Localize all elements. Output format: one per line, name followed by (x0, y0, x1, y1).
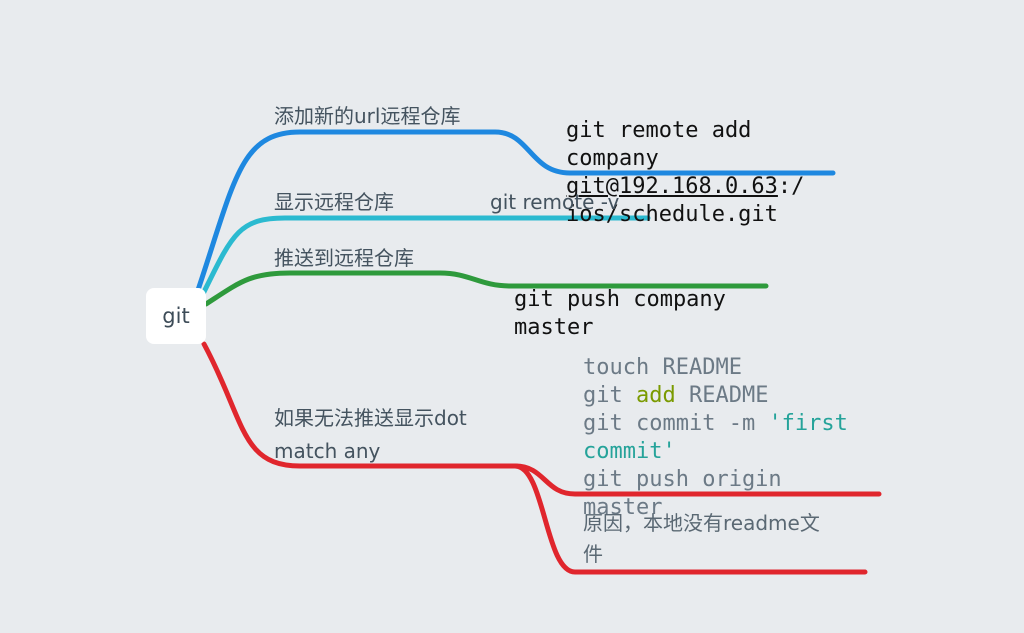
branch-label-add-remote[interactable]: 添加新的url远程仓库 (274, 100, 460, 132)
root-label: git (162, 304, 190, 328)
mind-map-canvas: git 添加新的url远程仓库 git remote add company git… (0, 0, 1024, 633)
push-fail-label-line: 如果无法推送显示dot (274, 406, 467, 430)
fix-command-line: git add README (583, 382, 848, 410)
fix-command-text: git commit -m (583, 411, 769, 436)
reason-note-line: 件 (583, 542, 603, 566)
add-remote-command-line: git remote add (566, 118, 752, 143)
fix-command-line: git commit -m 'first (583, 410, 848, 438)
reason-note-line: 原因，本地没有readme文 (583, 511, 820, 535)
fix-command-keyword: add (635, 383, 676, 408)
branch-label-show-remote[interactable]: 显示远程仓库 (274, 186, 394, 218)
branch-label-push-fail[interactable]: 如果无法推送显示dot match any (274, 402, 467, 468)
add-remote-command-line: company (566, 146, 659, 171)
fix-command-line: git push origin (583, 467, 782, 492)
push-fail-reason-note: 原因，本地没有readme文 件 (583, 508, 820, 570)
fix-command-text: README (675, 383, 769, 408)
fix-command-string: commit' (583, 439, 676, 464)
push-fail-label-line: match any (274, 439, 381, 463)
fix-command-text: git (583, 383, 636, 408)
root-node[interactable]: git (146, 288, 206, 344)
branch-label-push[interactable]: 推送到远程仓库 (274, 242, 414, 274)
show-remote-command: git remote -v (490, 190, 620, 214)
fix-command-line: touch README (583, 355, 742, 380)
fix-command-string: 'first (768, 411, 848, 436)
